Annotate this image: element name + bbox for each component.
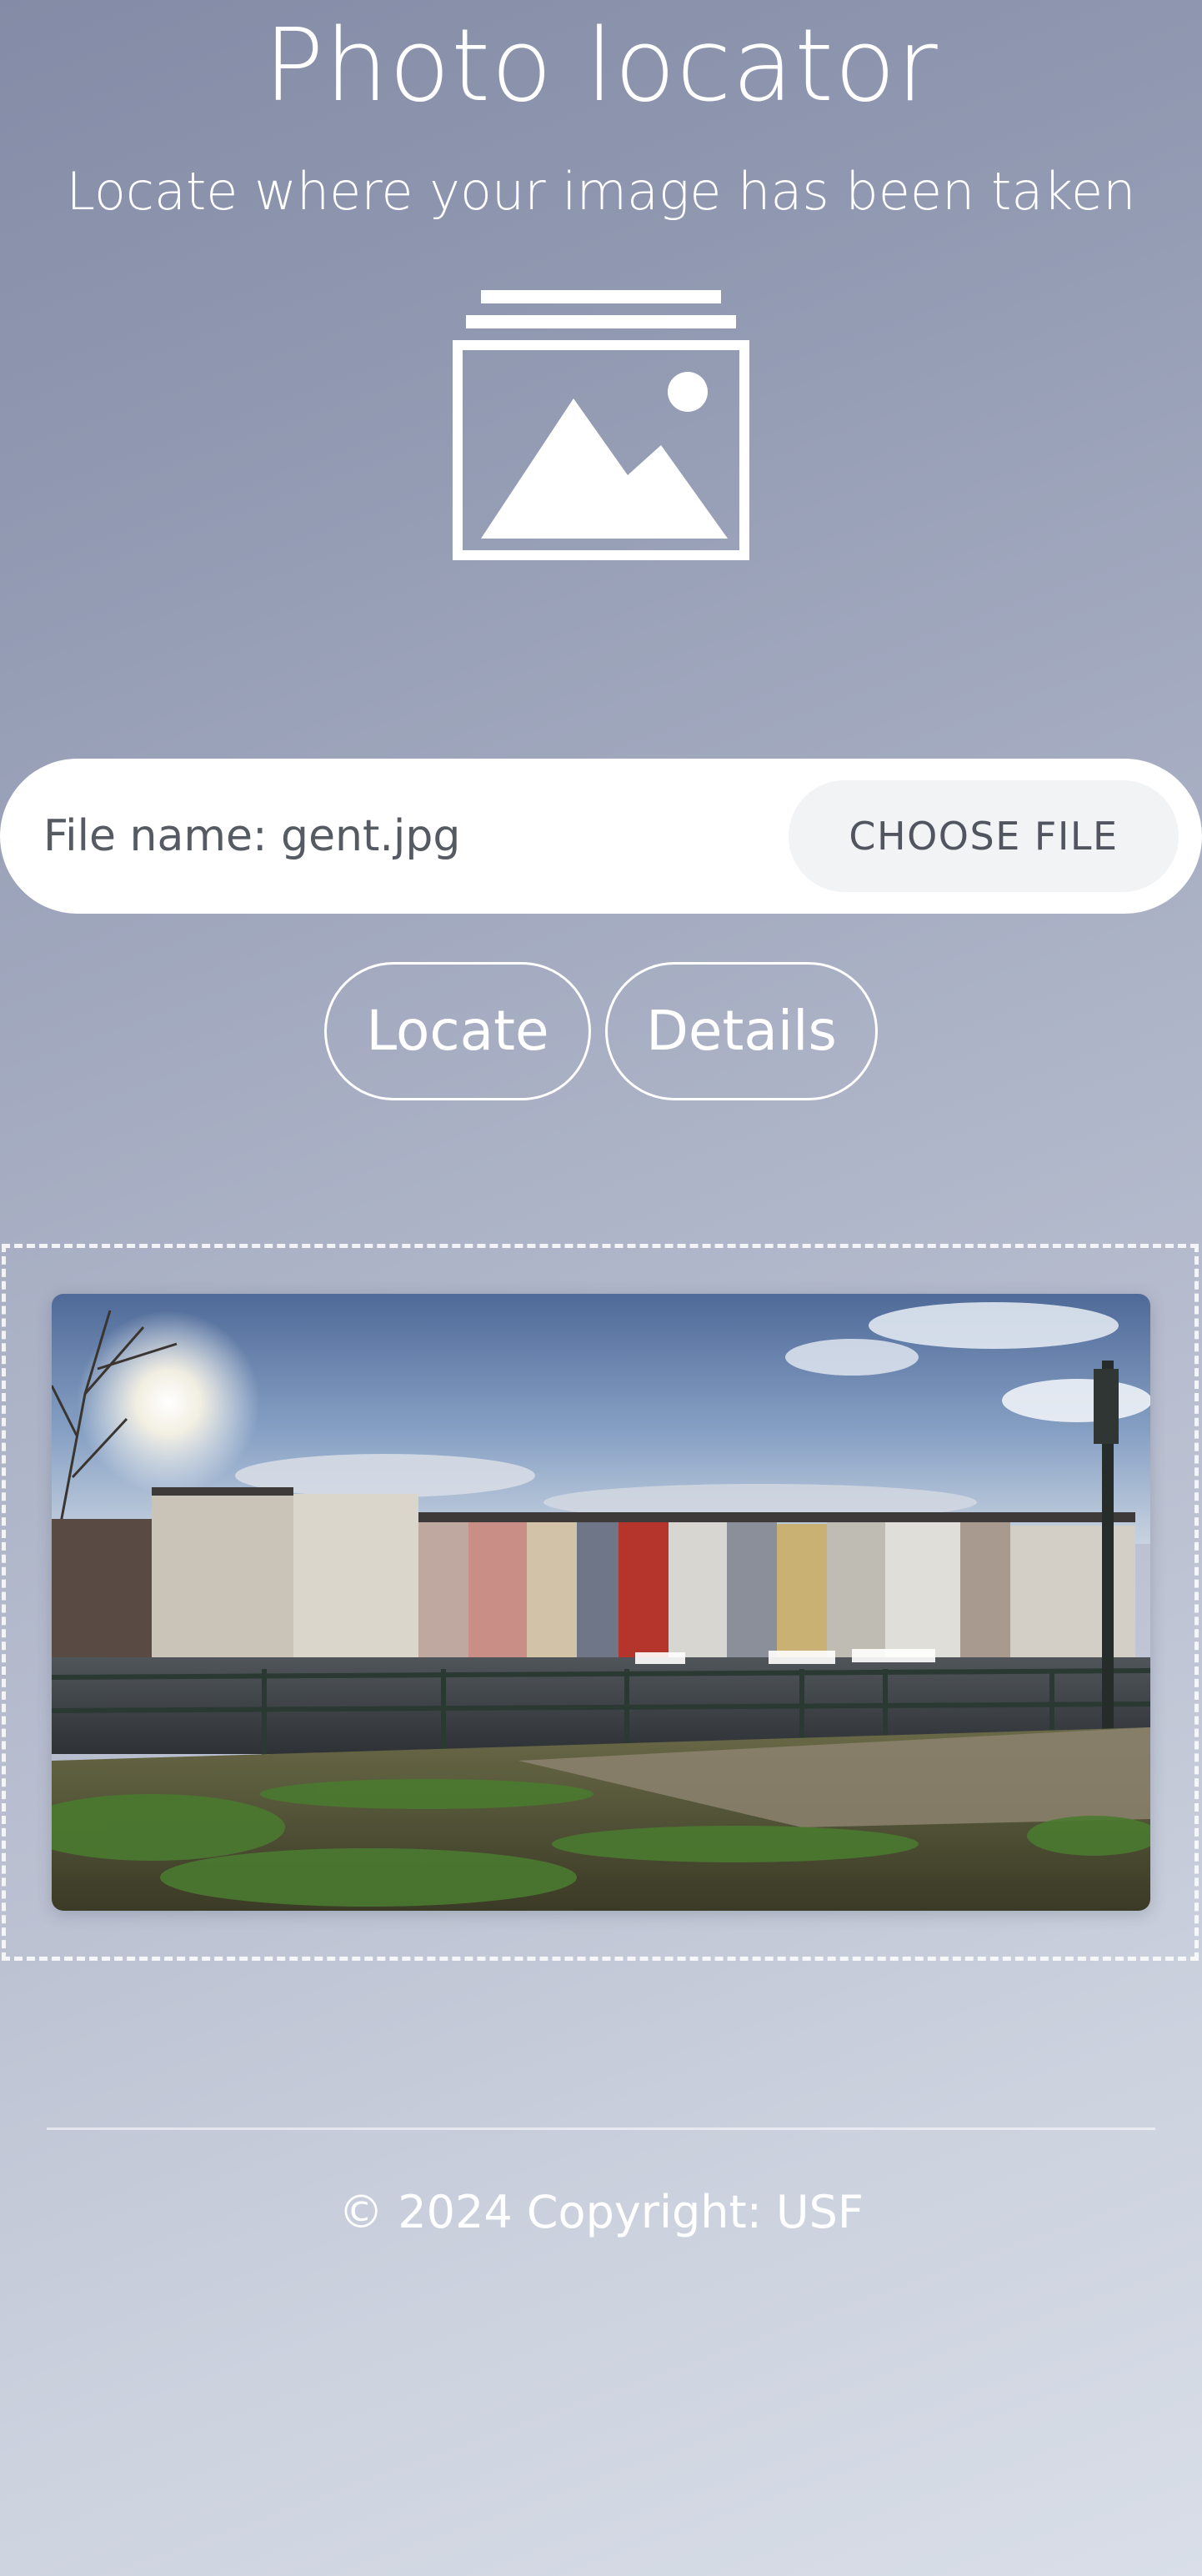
file-input-bar: File name: gent.jpg CHOOSE FILE: [0, 759, 1202, 914]
page-subtitle: Locate where your image has been taken: [66, 161, 1136, 222]
details-button[interactable]: Details: [605, 962, 878, 1100]
footer-divider: [47, 2127, 1155, 2130]
locate-button[interactable]: Locate: [324, 962, 591, 1100]
page-title: Photo locator: [263, 8, 939, 124]
photo-gallery-icon: [453, 290, 749, 560]
footer-copyright: © 2024 Copyright: USF: [338, 2186, 864, 2238]
uploaded-photo-preview: [52, 1294, 1150, 1911]
choose-file-button[interactable]: CHOOSE FILE: [789, 780, 1179, 892]
file-name-label: File name: gent.jpg: [43, 811, 461, 861]
